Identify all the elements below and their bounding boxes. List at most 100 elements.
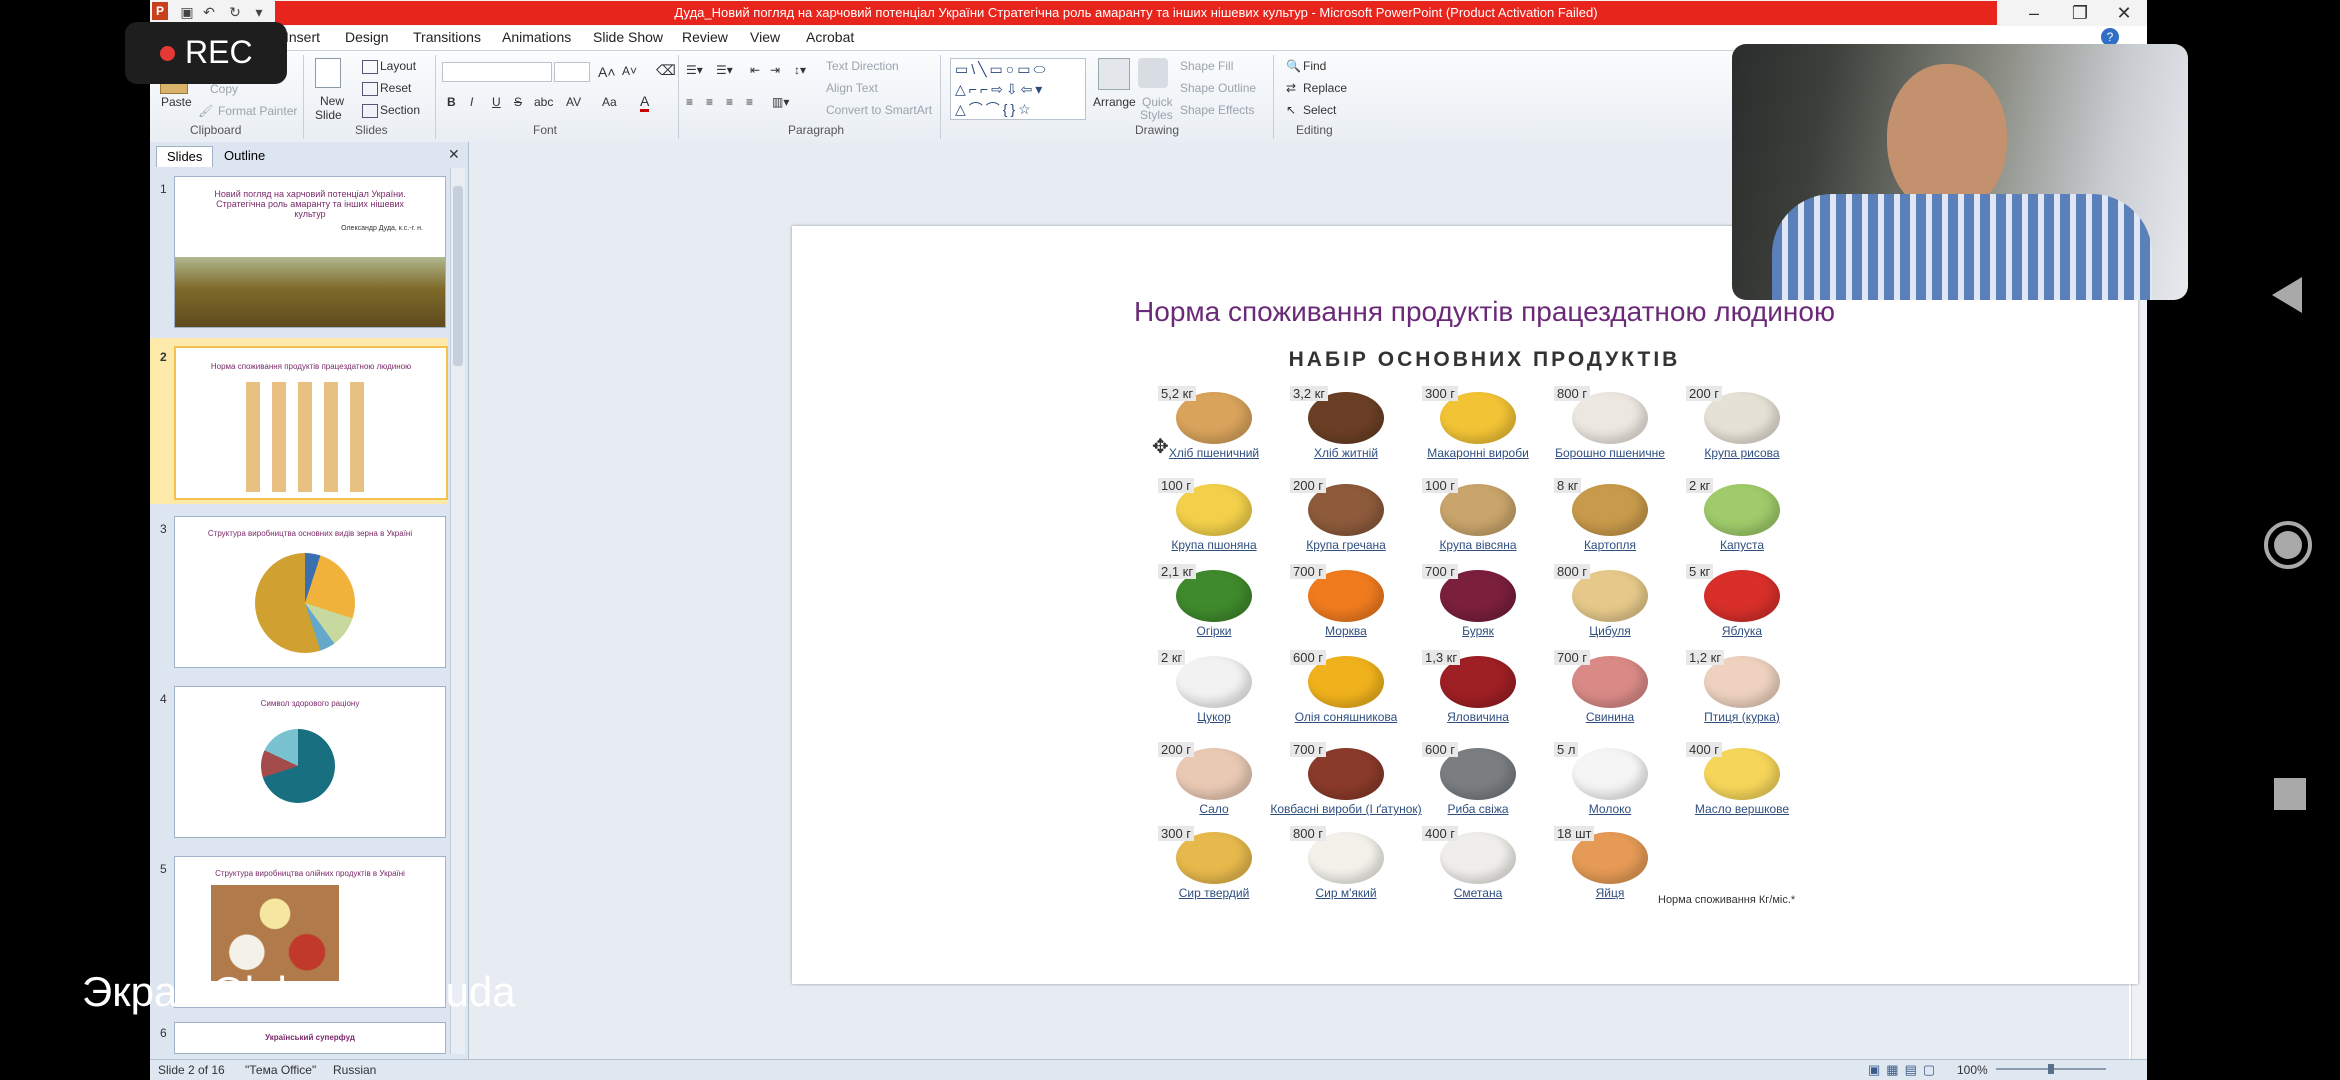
thumb-title: Новий погляд на харчовий потенціал Украї… <box>214 189 406 219</box>
align-center-icon[interactable]: ≡ <box>706 95 713 109</box>
shape-effects-button[interactable]: Shape Effects <box>1180 103 1255 117</box>
tab-insert[interactable]: Insert <box>285 29 320 45</box>
tab-outline[interactable]: Outline <box>214 146 275 166</box>
bold-button[interactable]: B <box>447 95 456 109</box>
char-spacing-button[interactable]: AV <box>566 95 581 109</box>
underline-button[interactable]: U <box>492 95 501 109</box>
justify-icon[interactable]: ≡ <box>746 95 753 109</box>
layout-icon <box>362 60 378 74</box>
tab-view[interactable]: View <box>750 29 780 45</box>
change-case-button[interactable]: Aa <box>602 95 617 109</box>
quick-styles-icon[interactable] <box>1138 58 1168 88</box>
tab-review[interactable]: Review <box>682 29 728 45</box>
format-painter-button[interactable]: Format Painter <box>218 104 297 118</box>
thumb-author: Олександр Дуда, к.с.-г. н. <box>341 225 423 232</box>
shrink-font-icon[interactable]: A˅ <box>622 64 637 78</box>
customize-qat-icon[interactable]: ▾ <box>250 3 268 21</box>
powerpoint-app-icon[interactable]: P <box>152 2 168 20</box>
shadow-button[interactable]: abc <box>534 95 553 109</box>
paste-button[interactable]: Paste <box>161 95 192 109</box>
columns-icon[interactable]: ▥▾ <box>772 95 789 109</box>
close-pane-icon[interactable]: ✕ <box>448 146 460 163</box>
food-quantity: 100 г <box>1422 478 1459 493</box>
zoom-level[interactable]: 100% <box>1957 1063 1988 1077</box>
increase-indent-icon[interactable]: ⇥ <box>770 63 780 77</box>
numbering-icon[interactable]: ☰▾ <box>716 63 733 77</box>
drawing-group-label: Drawing <box>1135 123 1180 137</box>
close-icon[interactable]: ✕ <box>2101 0 2147 26</box>
food-quantity: 5 кг <box>1686 564 1714 579</box>
food-quantity: 600 г <box>1422 742 1459 757</box>
tab-slide-show[interactable]: Slide Show <box>593 29 663 45</box>
arrange-button[interactable]: Arrange <box>1093 95 1136 109</box>
text-direction-button[interactable]: Text Direction <box>826 59 899 73</box>
align-right-icon[interactable]: ≡ <box>726 95 733 109</box>
copy-button[interactable]: Copy <box>210 82 238 96</box>
strikethrough-button[interactable]: S <box>514 95 522 109</box>
convert-smartart-button[interactable]: Convert to SmartArt <box>826 103 932 117</box>
food-quantity: 300 г <box>1158 826 1195 841</box>
zoom-slider[interactable] <box>1996 1064 2106 1074</box>
tab-acrobat[interactable]: Acrobat <box>806 29 854 45</box>
new-slide-icon[interactable] <box>315 58 341 88</box>
food-item: 200 г Сало <box>1154 740 1274 826</box>
food-item: 5 кг Яблука <box>1682 562 1802 648</box>
restore-icon[interactable]: ❐ <box>2057 0 2103 26</box>
font-size-field[interactable] <box>554 62 590 82</box>
save-icon[interactable]: ▣ <box>178 3 196 21</box>
new-slide-label-2[interactable]: Slide <box>315 108 342 122</box>
quick-styles-label-2[interactable]: Styles <box>1140 108 1173 122</box>
slide-thumbnail-4[interactable]: Символ здорового раціону <box>174 686 446 838</box>
section-button[interactable]: Section <box>380 103 420 117</box>
align-text-button[interactable]: Align Text <box>826 81 878 95</box>
tab-animations[interactable]: Animations <box>502 29 571 45</box>
line-spacing-icon[interactable]: ↕▾ <box>794 63 806 77</box>
language[interactable]: Russian <box>333 1063 376 1077</box>
grow-font-icon[interactable]: A˄ <box>598 64 616 80</box>
arrange-icon[interactable] <box>1098 58 1130 90</box>
italic-button[interactable]: I <box>470 95 473 109</box>
thumb-title: Український суперфуд <box>265 1033 355 1042</box>
theme-name[interactable]: "Тема Office" <box>245 1063 316 1077</box>
bullets-icon[interactable]: ☰▾ <box>686 63 703 77</box>
food-image <box>1704 570 1780 622</box>
find-button[interactable]: Find <box>1303 59 1326 73</box>
shapes-gallery[interactable]: ▭\╲▭○▭⬭ △⌐⌐⇨⇩⇦▾ △⌒⌒{}☆ <box>950 58 1086 120</box>
font-color-button[interactable]: A <box>640 93 650 112</box>
minimize-icon[interactable]: – <box>2011 0 2057 26</box>
camera-feed[interactable] <box>1732 44 2188 300</box>
format-painter-icon: 🖌 <box>198 104 214 118</box>
tab-transitions[interactable]: Transitions <box>413 29 481 45</box>
current-slide[interactable]: Норма споживання продуктів працездатною … <box>792 226 2138 984</box>
redo-icon[interactable]: ↻ <box>226 3 244 21</box>
pane-scrollbar[interactable] <box>450 168 465 1054</box>
food-name: Яблука <box>1721 624 1763 638</box>
tab-design[interactable]: Design <box>345 29 389 45</box>
layout-button[interactable]: Layout <box>380 59 416 73</box>
nav-home-icon[interactable] <box>2262 519 2314 571</box>
font-name-field[interactable] <box>442 62 552 82</box>
reset-button[interactable]: Reset <box>380 81 411 95</box>
decrease-indent-icon[interactable]: ⇤ <box>750 63 760 77</box>
slide-thumbnail-2[interactable]: Норма споживання продуктів працездатною … <box>174 346 448 500</box>
new-slide-label[interactable]: New <box>320 94 344 108</box>
food-item: 700 г Ковбасні вироби (І ґатунок) <box>1270 740 1422 826</box>
nav-recents-icon[interactable] <box>2274 778 2306 810</box>
select-button[interactable]: Select <box>1303 103 1336 117</box>
view-buttons[interactable]: ▣▦▤▢ <box>1868 1062 1941 1078</box>
food-item: 1,2 кг Птиця (курка) <box>1682 648 1802 734</box>
shape-outline-button[interactable]: Shape Outline <box>1180 81 1256 95</box>
slide-thumbnail-3[interactable]: Структура виробництва основних видів зер… <box>174 516 446 668</box>
quick-styles-label[interactable]: Quick <box>1142 95 1173 109</box>
thumb-title: Символ здорового раціону <box>260 699 360 708</box>
tab-slides[interactable]: Slides <box>156 146 214 167</box>
clear-format-icon[interactable]: ⌫ <box>656 62 676 79</box>
replace-button[interactable]: Replace <box>1303 81 1347 95</box>
slide-thumbnail-1[interactable]: Новий погляд на харчовий потенціал Украї… <box>174 176 446 328</box>
nav-back-icon[interactable] <box>2270 275 2306 315</box>
slide-thumbnail-6[interactable]: Український суперфуд <box>174 1022 446 1054</box>
shape-fill-button[interactable]: Shape Fill <box>1180 59 1233 73</box>
food-item: 2,1 кг Огірки <box>1154 562 1274 648</box>
undo-icon[interactable]: ↶ <box>200 3 218 21</box>
align-left-icon[interactable]: ≡ <box>686 95 693 109</box>
